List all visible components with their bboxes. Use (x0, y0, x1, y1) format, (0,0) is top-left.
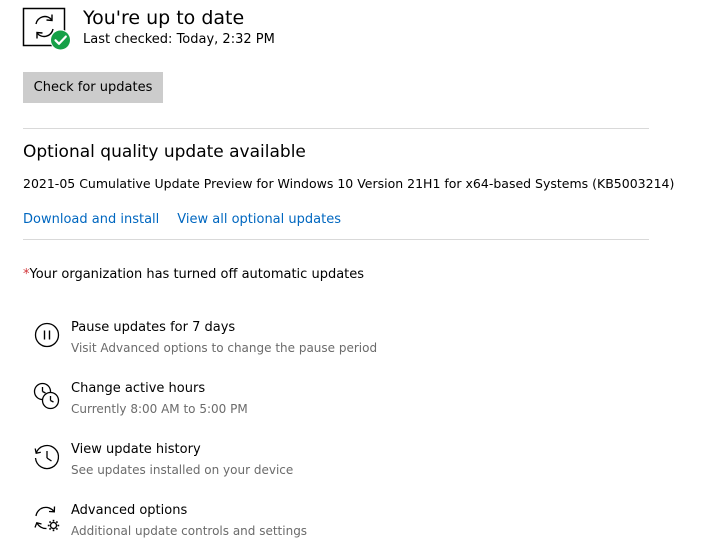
view-update-history-option[interactable]: View update history See updates installe… (31, 441, 293, 479)
view-all-optional-updates-link[interactable]: View all optional updates (177, 212, 341, 227)
last-checked-text: Last checked: Today, 2:32 PM (83, 32, 275, 47)
pause-updates-option[interactable]: Pause updates for 7 days Visit Advanced … (31, 319, 377, 357)
org-policy-text: Your organization has turned off automat… (29, 267, 365, 282)
optional-update-title: Optional quality update available (23, 142, 306, 162)
option-title: Advanced options (71, 503, 188, 518)
option-subtitle: See updates installed on your device (71, 463, 294, 477)
pause-icon (31, 320, 63, 352)
optional-update-links: Download and install View all optional up… (23, 211, 341, 229)
sync-check-icon (22, 4, 72, 52)
download-and-install-link[interactable]: Download and install (23, 212, 159, 227)
advanced-options-icon (31, 503, 63, 535)
option-subtitle: Visit Advanced options to change the pau… (71, 341, 378, 355)
divider (23, 128, 649, 129)
history-icon (31, 442, 63, 474)
option-subtitle: Additional update controls and settings (71, 524, 308, 538)
option-title: View update history (71, 442, 201, 457)
check-for-updates-button[interactable]: Check for updates (23, 72, 163, 103)
org-policy-note: *Your organization has turned off automa… (23, 266, 364, 284)
option-subtitle: Currently 8:00 AM to 5:00 PM (71, 402, 248, 416)
advanced-options-option[interactable]: Advanced options Additional update contr… (31, 502, 307, 540)
option-title: Change active hours (71, 381, 206, 396)
active-hours-icon (31, 381, 63, 413)
divider (23, 239, 649, 240)
option-title: Pause updates for 7 days (71, 320, 236, 335)
status-title: You're up to date (83, 7, 245, 29)
update-status: You're up to date Last checked: Today, 2… (22, 4, 275, 52)
change-active-hours-option[interactable]: Change active hours Currently 8:00 AM to… (31, 380, 248, 418)
optional-update-description: 2021-05 Cumulative Update Preview for Wi… (23, 176, 675, 191)
